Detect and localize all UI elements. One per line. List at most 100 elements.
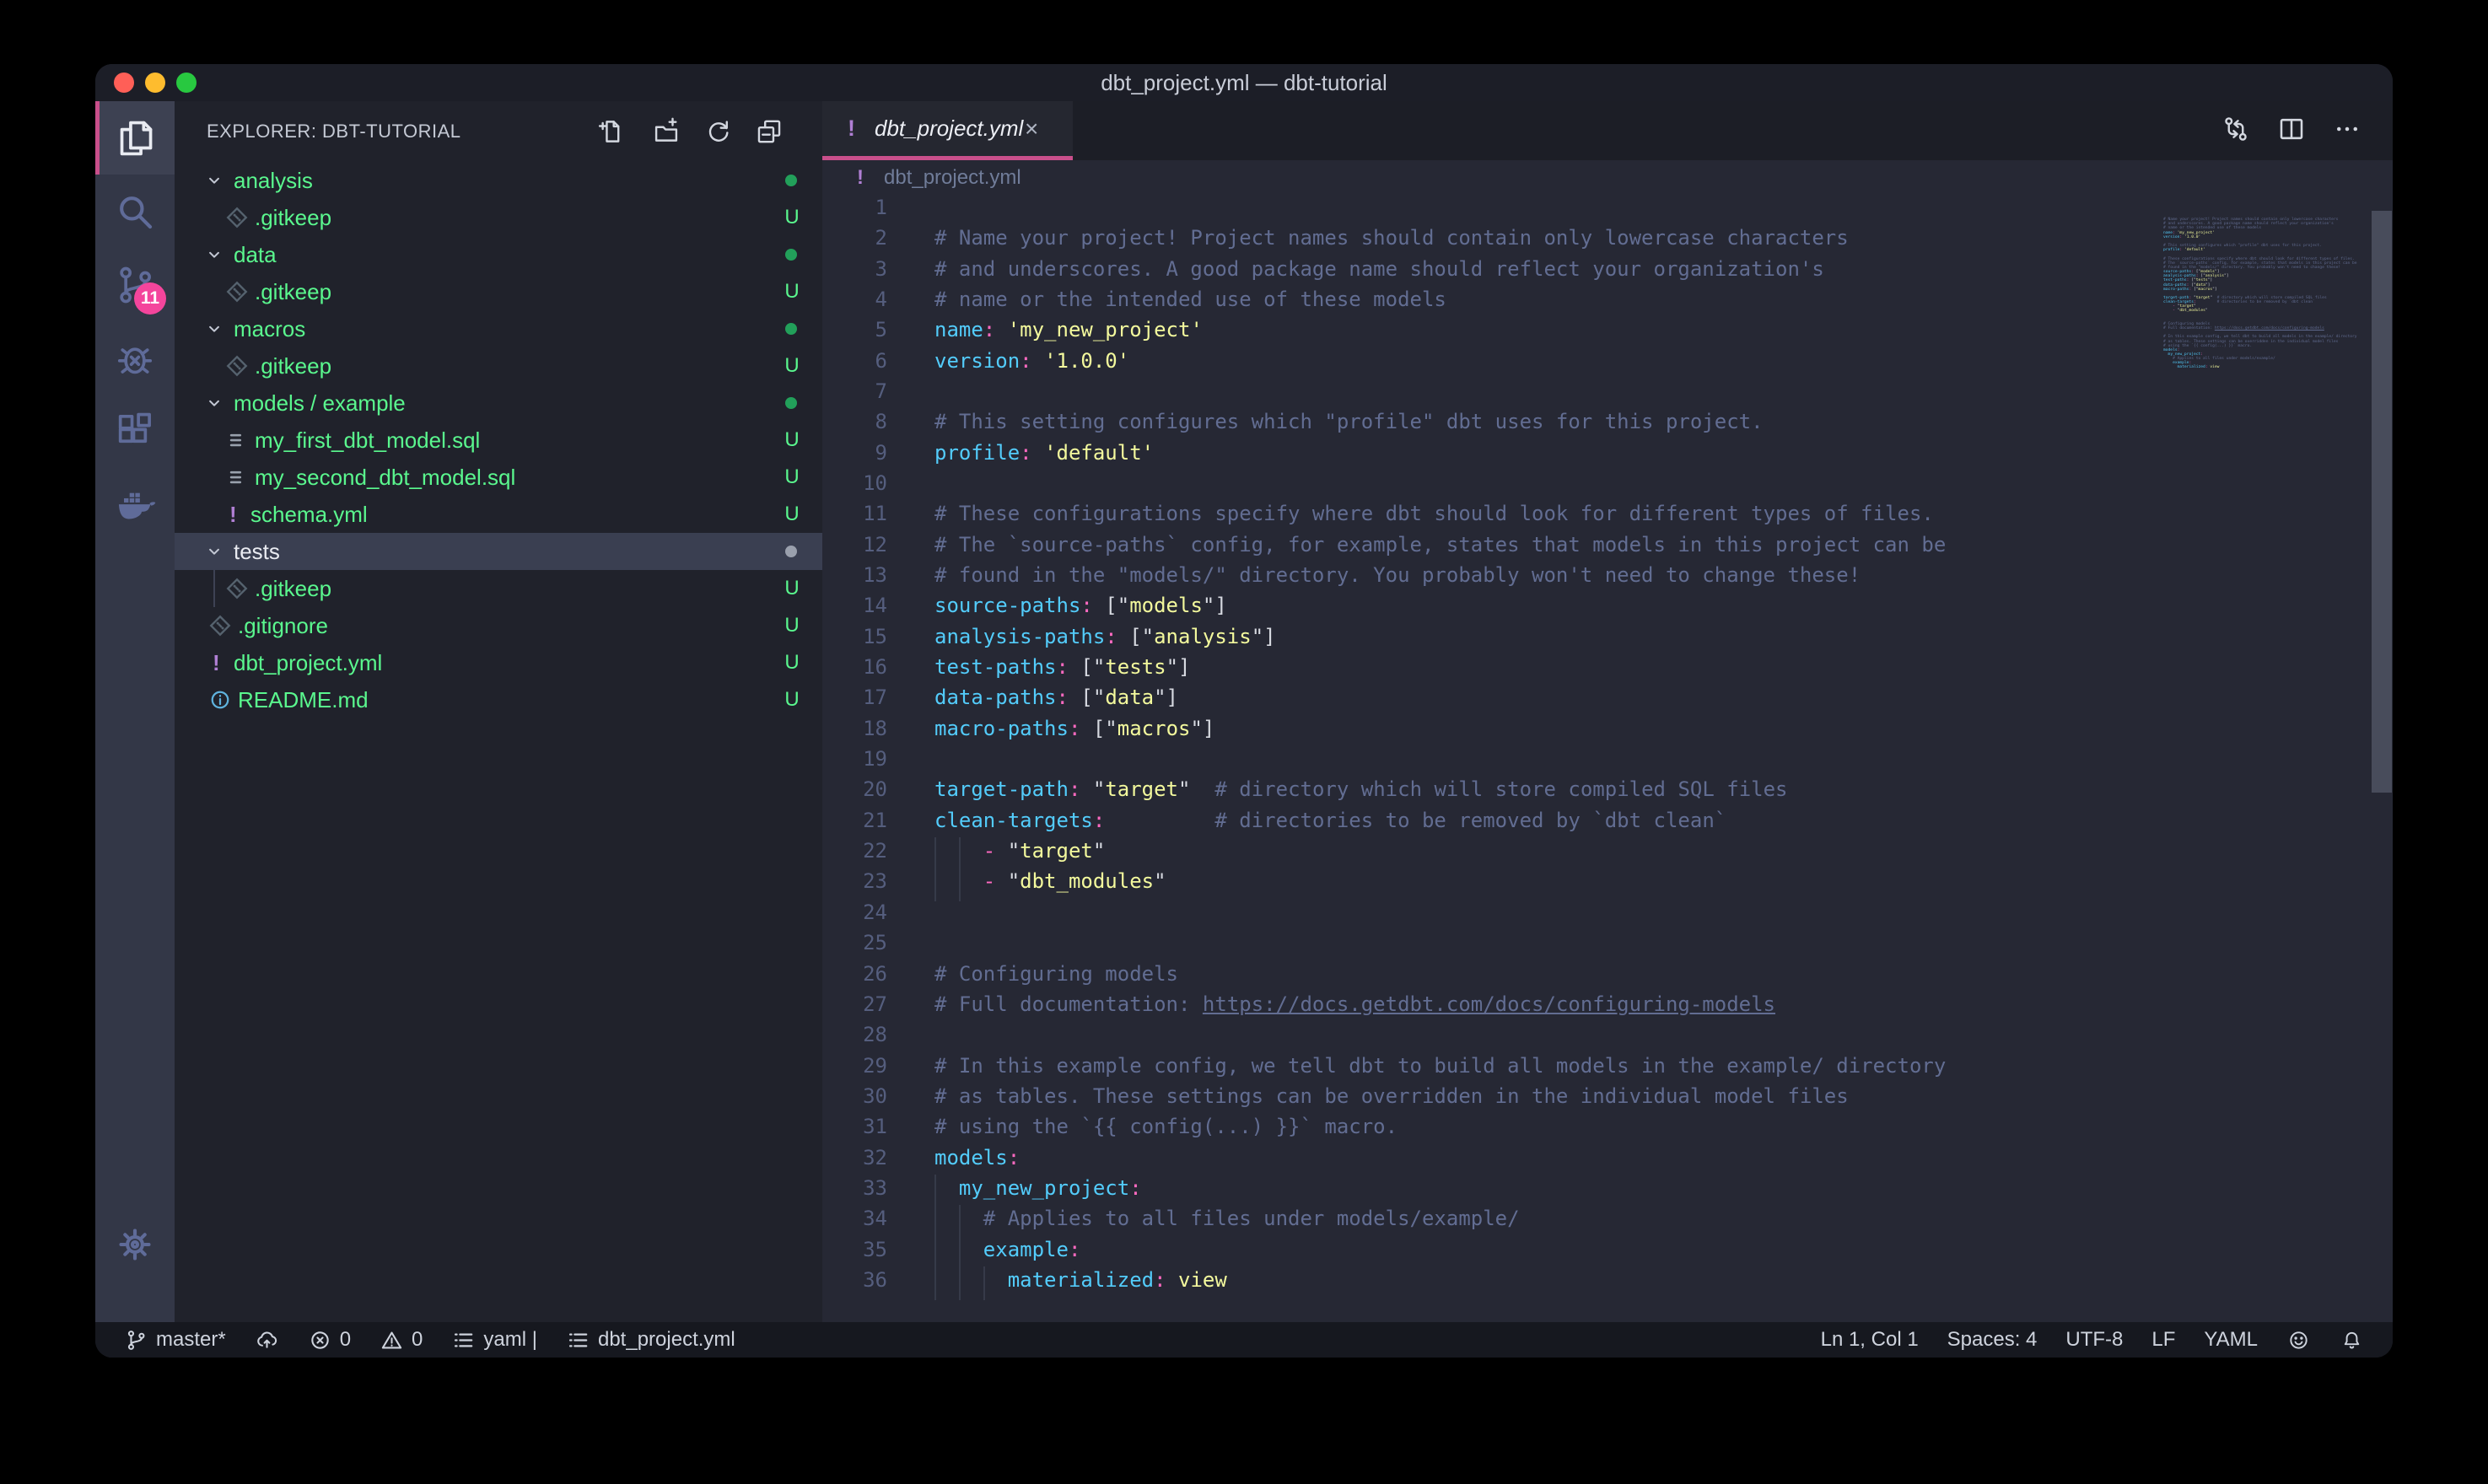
line-number[interactable]: 4 [822, 288, 887, 311]
code-line-6[interactable]: 6version: '1.0.0' [822, 349, 2393, 380]
code-line-34[interactable]: 34 # Applies to all files under models/e… [822, 1207, 2393, 1238]
line-number[interactable]: 29 [822, 1054, 887, 1078]
tab-dbt-project-yml[interactable]: ! dbt_project.yml × [822, 101, 1073, 160]
code-editor[interactable]: 12# Name your project! Project names sho… [822, 196, 2393, 1322]
code-line-22[interactable]: 22 - "target" [822, 839, 2393, 870]
line-number[interactable]: 12 [822, 533, 887, 556]
line-number[interactable]: 21 [822, 809, 887, 832]
line-number[interactable]: 23 [822, 869, 887, 893]
code-line-5[interactable]: 5name: 'my_new_project' [822, 318, 2393, 349]
code-line-10[interactable]: 10 [822, 471, 2393, 503]
line-number[interactable]: 3 [822, 257, 887, 281]
line-number[interactable]: 26 [822, 962, 887, 986]
line-number[interactable]: 33 [822, 1176, 887, 1200]
new-folder-button[interactable] [652, 117, 681, 146]
code-line-24[interactable]: 24 [822, 901, 2393, 932]
chevron-down-icon[interactable] [203, 244, 225, 266]
code-line-20[interactable]: 20target-path: "target" # directory whic… [822, 777, 2393, 809]
code-line-9[interactable]: 9profile: 'default' [822, 441, 2393, 472]
line-number[interactable]: 30 [822, 1084, 887, 1108]
new-file-button[interactable] [595, 117, 624, 146]
code-line-3[interactable]: 3# and underscores. A good package name … [822, 257, 2393, 288]
breadcrumb-item-file[interactable]: dbt_project.yml [884, 160, 1021, 196]
code-line-18[interactable]: 18macro-paths: ["macros"] [822, 717, 2393, 748]
code-line-32[interactable]: 32models: [822, 1146, 2393, 1177]
code-line-16[interactable]: 16test-paths: ["tests"] [822, 655, 2393, 686]
code-line-4[interactable]: 4# name or the intended use of these mod… [822, 288, 2393, 319]
vertical-scrollbar[interactable] [2372, 211, 2392, 793]
code-line-21[interactable]: 21clean-targets: # directories to be rem… [822, 809, 2393, 840]
line-number[interactable]: 5 [822, 318, 887, 341]
code-line-31[interactable]: 31# using the `{{ config(...) }}` macro. [822, 1115, 2393, 1146]
warnings-status[interactable]: 0 [380, 1328, 423, 1352]
eol[interactable]: LF [2151, 1328, 2175, 1352]
refresh-explorer-button[interactable] [704, 117, 733, 146]
code-line-33[interactable]: 33 my_new_project: [822, 1176, 2393, 1207]
code-line-19[interactable]: 19 [822, 747, 2393, 778]
line-number[interactable]: 24 [822, 901, 887, 924]
code-line-7[interactable]: 7 [822, 379, 2393, 411]
line-number[interactable]: 20 [822, 777, 887, 801]
language-mode[interactable]: YAML [2204, 1328, 2258, 1352]
tree-item--gitkeep[interactable]: .gitkeepU [175, 273, 822, 310]
code-line-30[interactable]: 30# as tables. These settings can be ove… [822, 1084, 2393, 1116]
split-editor-button[interactable] [2276, 114, 2307, 148]
line-number[interactable]: 19 [822, 747, 887, 771]
line-number[interactable]: 1 [822, 196, 887, 219]
line-number[interactable]: 34 [822, 1207, 887, 1230]
tree-item-tests[interactable]: tests [175, 533, 822, 570]
more-actions-button[interactable] [2332, 114, 2362, 148]
tree-item-my-first-dbt-model-sql[interactable]: my_first_dbt_model.sqlU [175, 422, 822, 459]
line-number[interactable]: 7 [822, 379, 887, 403]
activity-item-search[interactable] [95, 175, 175, 248]
line-number[interactable]: 31 [822, 1115, 887, 1138]
chevron-down-icon[interactable] [203, 540, 225, 562]
code-line-11[interactable]: 11# These configurations specify where d… [822, 502, 2393, 533]
line-number[interactable]: 8 [822, 410, 887, 433]
line-number[interactable]: 2 [822, 226, 887, 250]
line-number[interactable]: 22 [822, 839, 887, 863]
code-line-28[interactable]: 28 [822, 1023, 2393, 1054]
line-number[interactable]: 25 [822, 931, 887, 954]
line-number[interactable]: 17 [822, 686, 887, 709]
line-number[interactable]: 15 [822, 625, 887, 648]
line-number[interactable]: 6 [822, 349, 887, 373]
line-number[interactable]: 32 [822, 1146, 887, 1169]
line-number[interactable]: 14 [822, 594, 887, 617]
publish-status[interactable] [255, 1328, 279, 1352]
cursor-position[interactable]: Ln 1, Col 1 [1821, 1328, 1919, 1352]
line-number[interactable]: 11 [822, 502, 887, 525]
activity-item-source-control[interactable]: 11 [95, 248, 175, 321]
code-line-36[interactable]: 36 materialized: view [822, 1268, 2393, 1299]
line-number[interactable]: 9 [822, 441, 887, 465]
tree-item-schema-yml[interactable]: !schema.ymlU [175, 496, 822, 533]
activity-item-settings[interactable] [95, 1207, 175, 1281]
indentation[interactable]: Spaces: 4 [1947, 1328, 2038, 1352]
code-line-12[interactable]: 12# The `source-paths` config, for examp… [822, 533, 2393, 564]
errors-status[interactable]: 0 [308, 1328, 351, 1352]
tree-item--gitkeep[interactable]: .gitkeepU [175, 199, 822, 236]
collapse-folders-button[interactable] [755, 117, 784, 146]
tree-item-readme-md[interactable]: README.mdU [175, 681, 822, 718]
encoding[interactable]: UTF-8 [2065, 1328, 2123, 1352]
close-tab-icon[interactable]: × [1025, 101, 1038, 156]
line-number[interactable]: 18 [822, 717, 887, 740]
chevron-down-icon[interactable] [203, 169, 225, 191]
git-branch-status[interactable]: master* [124, 1328, 226, 1352]
tree-item-models-example[interactable]: models / example [175, 384, 822, 422]
tree-item-dbt-project-yml[interactable]: !dbt_project.ymlU [175, 644, 822, 681]
code-line-25[interactable]: 25 [822, 931, 2393, 962]
notifications[interactable] [2340, 1328, 2364, 1352]
code-line-1[interactable]: 1 [822, 196, 2393, 227]
line-number[interactable]: 16 [822, 655, 887, 679]
minimap[interactable]: # Name your project! Project names shoul… [2163, 213, 2370, 483]
tree-item-data[interactable]: data [175, 236, 822, 273]
line-number[interactable]: 28 [822, 1023, 887, 1046]
code-line-23[interactable]: 23 - "dbt_modules" [822, 869, 2393, 901]
line-number[interactable]: 13 [822, 563, 887, 587]
activity-item-run-debug[interactable] [95, 321, 175, 395]
tree-item-macros[interactable]: macros [175, 310, 822, 347]
tree-item-analysis[interactable]: analysis [175, 162, 822, 199]
line-number[interactable]: 10 [822, 471, 887, 495]
activity-item-extensions[interactable] [95, 395, 175, 468]
